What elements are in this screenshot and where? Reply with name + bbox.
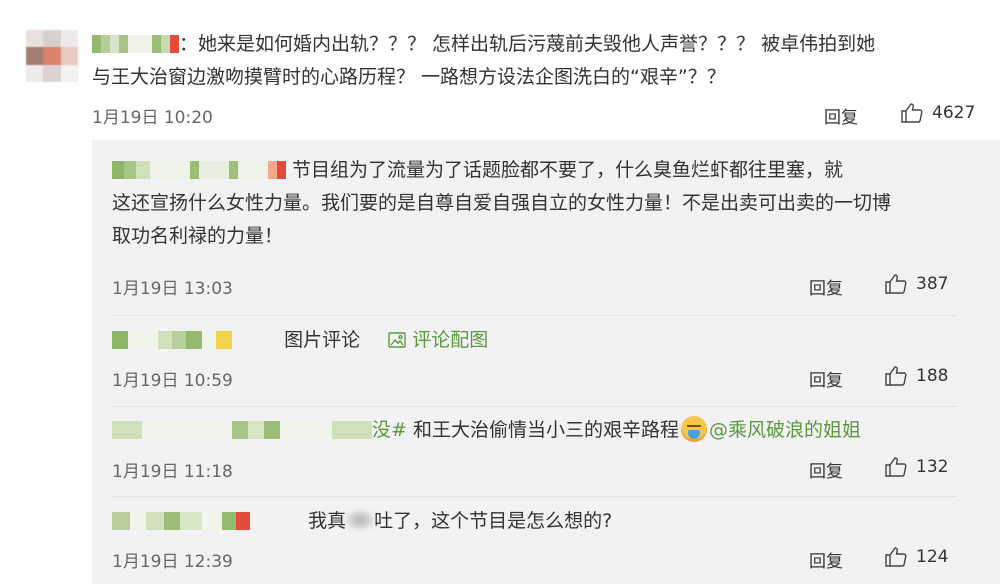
- like-count: 387: [916, 274, 949, 294]
- reply-meta: 1月19日 13:03 回复 387: [112, 272, 957, 299]
- image-comment-label: 图片评论: [284, 329, 361, 351]
- username-mosaic[interactable]: [112, 417, 372, 439]
- reply-item: 没# 和王大治偷情当小三的艰辛路程 @乘风破浪的姐姐: [112, 414, 957, 447]
- comment-image-link[interactable]: 评论配图: [388, 329, 488, 351]
- like-count: 4627: [932, 103, 976, 123]
- thumbs-up-icon: [885, 457, 907, 477]
- reply-body: 和王大治偷情当小三的艰辛路程: [406, 419, 679, 441]
- main-comment-text: ：她来是如何婚内出轨？？？ 怎样出轨后污蔑前夫毁他人声誉？？？ 被卓伟拍到她 与…: [92, 28, 972, 94]
- timestamp: 1月19日 12:39: [112, 552, 233, 572]
- like-button[interactable]: 4627: [900, 101, 975, 125]
- reply-line1: 节目组为了流量为了话题脸都不要了，什么臭鱼烂虾都往里塞，就: [292, 159, 844, 181]
- reply-line3: 取功名利禄的力量！: [112, 225, 284, 247]
- like-button[interactable]: 188: [884, 364, 948, 388]
- divider: [112, 315, 957, 316]
- username-mosaic[interactable]: [92, 31, 179, 53]
- reply-button[interactable]: 回复: [809, 366, 843, 391]
- reply-text: 没# 和王大治偷情当小三的艰辛路程 @乘风破浪的姐姐: [112, 414, 957, 447]
- timestamp: 1月19日 11:18: [112, 462, 233, 482]
- username-mosaic[interactable]: [112, 508, 250, 530]
- mention-link[interactable]: @乘风破浪的姐姐: [709, 419, 861, 441]
- reply-meta: 1月19日 11:18 回复 132: [112, 455, 957, 482]
- main-comment-line1: ：她来是如何婚内出轨？？？ 怎样出轨后污蔑前夫毁他人声誉？？？ 被卓伟拍到她: [179, 33, 876, 55]
- reply-button[interactable]: 回复: [824, 103, 858, 128]
- like-button[interactable]: 132: [884, 455, 948, 479]
- reply-text: 我真 吐了，这个节目是怎么想的?: [112, 505, 957, 538]
- reply-item: 我真 吐了，这个节目是怎么想的?: [112, 505, 957, 538]
- hashtag-link[interactable]: 没#: [372, 419, 407, 441]
- timestamp: 1月19日 13:03: [112, 279, 233, 299]
- reply-button[interactable]: 回复: [809, 274, 843, 299]
- like-count: 124: [916, 547, 949, 567]
- thumbs-up-icon: [901, 103, 923, 123]
- vomit-emoji-icon: [680, 416, 707, 442]
- timestamp: 1月19日 10:59: [112, 371, 233, 391]
- comment-image-link-label: 评论配图: [412, 329, 489, 351]
- like-button[interactable]: 124: [884, 545, 948, 569]
- main-comment-line2: 与王大治窗边激吻摸臂时的心路历程？ 一路想方设法企图洗白的“艰辛”？？: [92, 66, 726, 88]
- username-mosaic[interactable]: [112, 157, 286, 179]
- replies-panel: 节目组为了流量为了话题脸都不要了，什么臭鱼烂虾都往里塞，就 这还宣扬什么女性力量…: [92, 140, 1000, 584]
- thumbs-up-icon: [885, 547, 907, 567]
- reply-body-start: 我真: [308, 510, 347, 532]
- reply-button[interactable]: 回复: [809, 457, 843, 482]
- reply-text: 节目组为了流量为了话题脸都不要了，什么臭鱼烂虾都往里塞，就 这还宣扬什么女性力量…: [112, 154, 957, 253]
- main-comment-meta: 1月19日 10:20 回复 4627: [92, 101, 980, 128]
- like-button[interactable]: 387: [884, 272, 948, 296]
- divider: [112, 496, 957, 497]
- timestamp: 1月19日 10:20: [92, 108, 213, 128]
- reply-item: 节目组为了流量为了话题脸都不要了，什么臭鱼烂虾都往里塞，就 这还宣扬什么女性力量…: [112, 154, 957, 253]
- reply-meta: 1月19日 12:39 回复 124: [112, 545, 957, 572]
- divider: [112, 406, 957, 407]
- main-comment: ：她来是如何婚内出轨？？？ 怎样出轨后污蔑前夫毁他人声誉？？？ 被卓伟拍到她 与…: [92, 28, 972, 94]
- reply-item: 图片评论 评论配图: [112, 324, 957, 357]
- like-count: 132: [916, 457, 949, 477]
- reply-meta: 1月19日 10:59 回复 188: [112, 364, 957, 391]
- thumbs-up-icon: [885, 274, 907, 294]
- reply-body-end: 吐了，这个节目是怎么想的?: [374, 510, 613, 532]
- blurred-text: [346, 510, 375, 530]
- reply-line2: 这还宣扬什么女性力量。我们要的是自尊自爱自强自立的女性力量！不是出卖可出卖的一切…: [112, 192, 892, 214]
- avatar[interactable]: [26, 30, 78, 82]
- thumbs-up-icon: [885, 366, 907, 386]
- reply-button[interactable]: 回复: [809, 547, 843, 572]
- reply-text: 图片评论 评论配图: [112, 324, 957, 357]
- like-count: 188: [916, 366, 949, 386]
- username-mosaic[interactable]: [112, 327, 232, 349]
- image-icon: [388, 332, 406, 348]
